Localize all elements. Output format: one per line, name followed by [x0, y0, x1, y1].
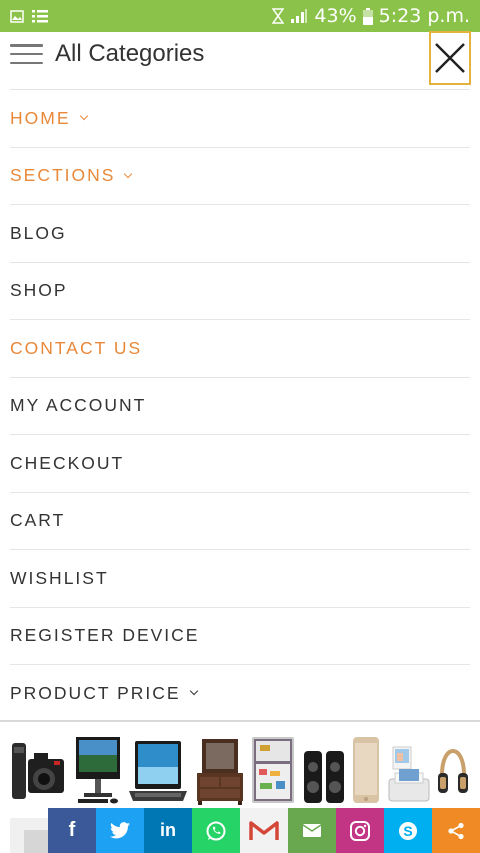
chevron-down-icon[interactable]	[124, 169, 133, 178]
facebook-share-button[interactable]: f	[48, 808, 96, 853]
menu-item-shop[interactable]: SHOP	[10, 261, 470, 320]
laptop-image	[129, 741, 187, 801]
menu-item-label: SECTIONS	[10, 165, 116, 186]
menu-item-label: PRODUCT PRICE	[10, 682, 181, 703]
menu-item-label: CART	[10, 510, 66, 531]
close-button[interactable]	[429, 31, 471, 85]
list-notification-icon	[32, 10, 48, 23]
desktop-image	[75, 737, 120, 804]
menu-item-label: SHOP	[10, 280, 68, 301]
linkedin-icon: in	[160, 820, 176, 840]
gmail-share-button[interactable]	[240, 808, 288, 853]
menu-header: All Categories	[0, 32, 480, 88]
menu-item-wishlist[interactable]: WISHLIST	[10, 549, 470, 607]
facebook-icon: f	[68, 819, 76, 841]
menu-item-checkout[interactable]: CHECKOUT	[10, 434, 470, 492]
whatsapp-share-button[interactable]	[192, 808, 240, 853]
share-icon	[448, 822, 464, 839]
whatsapp-icon	[206, 821, 226, 840]
product-banner[interactable]	[10, 733, 470, 805]
category-menu: HOME SECTIONS BLOG SHOP CONTACT US MY ACCOUNT…	[10, 89, 470, 722]
menu-item-product-price[interactable]: PRODUCT PRICE	[10, 664, 470, 722]
chevron-down-icon[interactable]	[79, 112, 88, 121]
menu-item-cart[interactable]: CART	[10, 491, 470, 550]
menu-item-home[interactable]: HOME	[10, 89, 470, 147]
smartphone-image	[353, 737, 379, 803]
share-bar: f in S	[48, 808, 480, 853]
menu-item-label: HOME	[10, 107, 71, 128]
dresser-image	[196, 739, 243, 805]
menu-item-label: BLOG	[10, 222, 67, 243]
image-notification-icon	[10, 9, 24, 23]
menu-item-blog[interactable]: BLOG	[10, 204, 470, 262]
linkedin-share-button[interactable]: in	[144, 808, 192, 853]
speakers-image	[303, 751, 344, 803]
refrigerator-image	[252, 737, 294, 803]
alarm-icon	[272, 8, 285, 24]
menu-item-contact-us[interactable]: CONTACT US	[10, 319, 470, 377]
email-icon	[303, 824, 321, 837]
chevron-down-icon[interactable]	[189, 687, 198, 696]
menu-item-label: REGISTER DEVICE	[10, 625, 200, 646]
menu-item-label: WISHLIST	[10, 567, 109, 588]
headphones-image	[438, 749, 468, 793]
menu-item-sections[interactable]: SECTIONS	[10, 146, 470, 205]
signal-icon	[291, 9, 308, 23]
gmail-icon	[249, 820, 279, 840]
hamburger-icon[interactable]	[10, 42, 43, 66]
menu-item-label: MY ACCOUNT	[10, 395, 147, 416]
more-share-button[interactable]	[432, 808, 480, 853]
twitter-share-button[interactable]	[96, 808, 144, 853]
menu-item-my-account[interactable]: MY ACCOUNT	[10, 376, 470, 435]
menu-item-label: CONTACT US	[10, 337, 143, 358]
menu-item-register-device[interactable]: REGISTER DEVICE	[10, 606, 470, 665]
instagram-share-button[interactable]	[336, 808, 384, 853]
clock: 5:23 p.m.	[378, 5, 470, 27]
page-title: All Categories	[55, 40, 205, 67]
status-bar: 43% 5:23 p.m.	[0, 0, 480, 32]
skype-share-button[interactable]: S	[384, 808, 432, 853]
photo-printer-image	[388, 746, 429, 802]
instagram-icon	[350, 820, 370, 841]
menu-item-label: CHECKOUT	[10, 452, 125, 473]
close-icon	[435, 43, 465, 73]
battery-icon	[362, 7, 373, 25]
email-share-button[interactable]	[288, 808, 336, 853]
svg-text:S: S	[403, 823, 412, 839]
skype-icon: S	[399, 821, 417, 840]
twitter-icon	[110, 822, 130, 839]
menu-divider	[0, 720, 480, 722]
cameras-image	[12, 743, 64, 799]
battery-percent: 43%	[314, 5, 357, 27]
